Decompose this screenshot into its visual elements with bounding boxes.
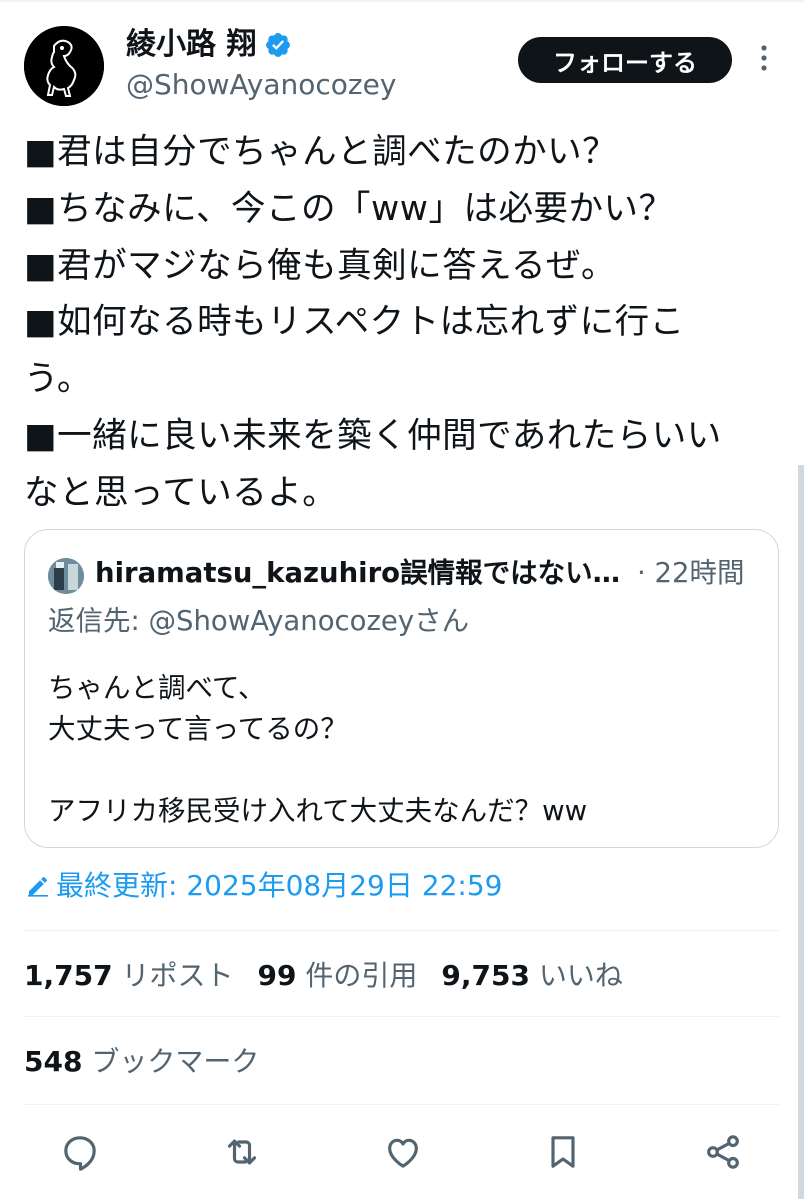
quoted-line: アフリカ移民受け入れて大丈夫なんだ？ww — [48, 795, 588, 827]
tweet-line: ■如何なる時もリスペクトは忘れずに行こ — [24, 302, 685, 343]
scrollbar[interactable] — [798, 465, 804, 1199]
divider — [24, 1016, 780, 1017]
last-edited-link[interactable]: 最終更新: 2025年08月29日 22:59 — [26, 868, 502, 904]
reposts-stat[interactable]: 1,757 リポスト — [24, 958, 234, 994]
divider — [24, 930, 780, 931]
repost-icon[interactable] — [222, 1132, 262, 1172]
reply-icon[interactable] — [60, 1132, 100, 1172]
quoted-author-avatar — [48, 558, 84, 594]
quoted-tweet-text: ちゃんと調べて、 大丈夫って言ってるの？ アフリカ移民受け入れて大丈夫なんだ？w… — [48, 668, 587, 832]
more-options-icon[interactable] — [752, 42, 776, 78]
quoted-line: 大丈夫って言ってるの？ — [48, 713, 348, 745]
author-handle[interactable]: @ShowAyanocozey — [126, 68, 396, 102]
quoted-author-name: hiramatsu_kazuhiro誤情報ではない… — [95, 557, 621, 589]
follow-button[interactable]: フォローする — [518, 37, 732, 83]
quoted-timestamp: · 22時間 — [637, 557, 745, 589]
quoted-line — [48, 750, 587, 791]
verified-badge-icon — [266, 33, 291, 57]
tweet-text: ■君は自分でちゃんと調べたのかい？ ■ちなみに、今この「ww」は必要かい？ ■君… — [24, 124, 784, 522]
tweet-line: ■君がマジなら俺も真剣に答えるぜ。 — [24, 245, 617, 286]
share-icon[interactable] — [703, 1132, 743, 1172]
tweet-line: ■ちなみに、今この「ww」は必要かい？ — [24, 188, 674, 229]
author-name-text[interactable]: 綾小路 翔 — [126, 26, 256, 64]
tweet-line: う。 — [24, 359, 92, 400]
quoted-line: ちゃんと調べて、 — [48, 672, 266, 704]
top-divider — [0, 0, 804, 2]
bookmarks-stat[interactable]: 548 ブックマーク — [24, 1044, 259, 1080]
last-edited-text[interactable]: 最終更新: 2025年08月29日 22:59 — [56, 868, 502, 904]
author-avatar[interactable] — [24, 26, 104, 106]
engagement-stats: 1,757 リポスト 99 件の引用 9,753 いいね — [24, 958, 647, 994]
quoted-tweet-card[interactable]: hiramatsu_kazuhiro誤情報ではない… · 22時間 返信先: @… — [24, 529, 779, 848]
bookmark-icon[interactable] — [543, 1132, 583, 1172]
divider — [24, 1104, 780, 1105]
quoted-reply-to: 返信先: @ShowAyanocozeyさん — [48, 605, 470, 637]
likes-stat[interactable]: 9,753 いいね — [441, 958, 623, 994]
tweet-line: ■一緒に良い未来を築く仲間であれたらいい — [24, 415, 722, 456]
like-icon[interactable] — [383, 1132, 423, 1172]
action-bar — [0, 1132, 804, 1176]
tweet-line: ■君は自分でちゃんと調べたのかい？ — [24, 132, 618, 172]
tweet-line: なと思っているよ。 — [24, 472, 338, 513]
pencil-icon — [28, 876, 48, 897]
author-name[interactable]: 綾小路 翔 — [126, 26, 292, 64]
quotes-stat[interactable]: 99 件の引用 — [258, 958, 418, 994]
